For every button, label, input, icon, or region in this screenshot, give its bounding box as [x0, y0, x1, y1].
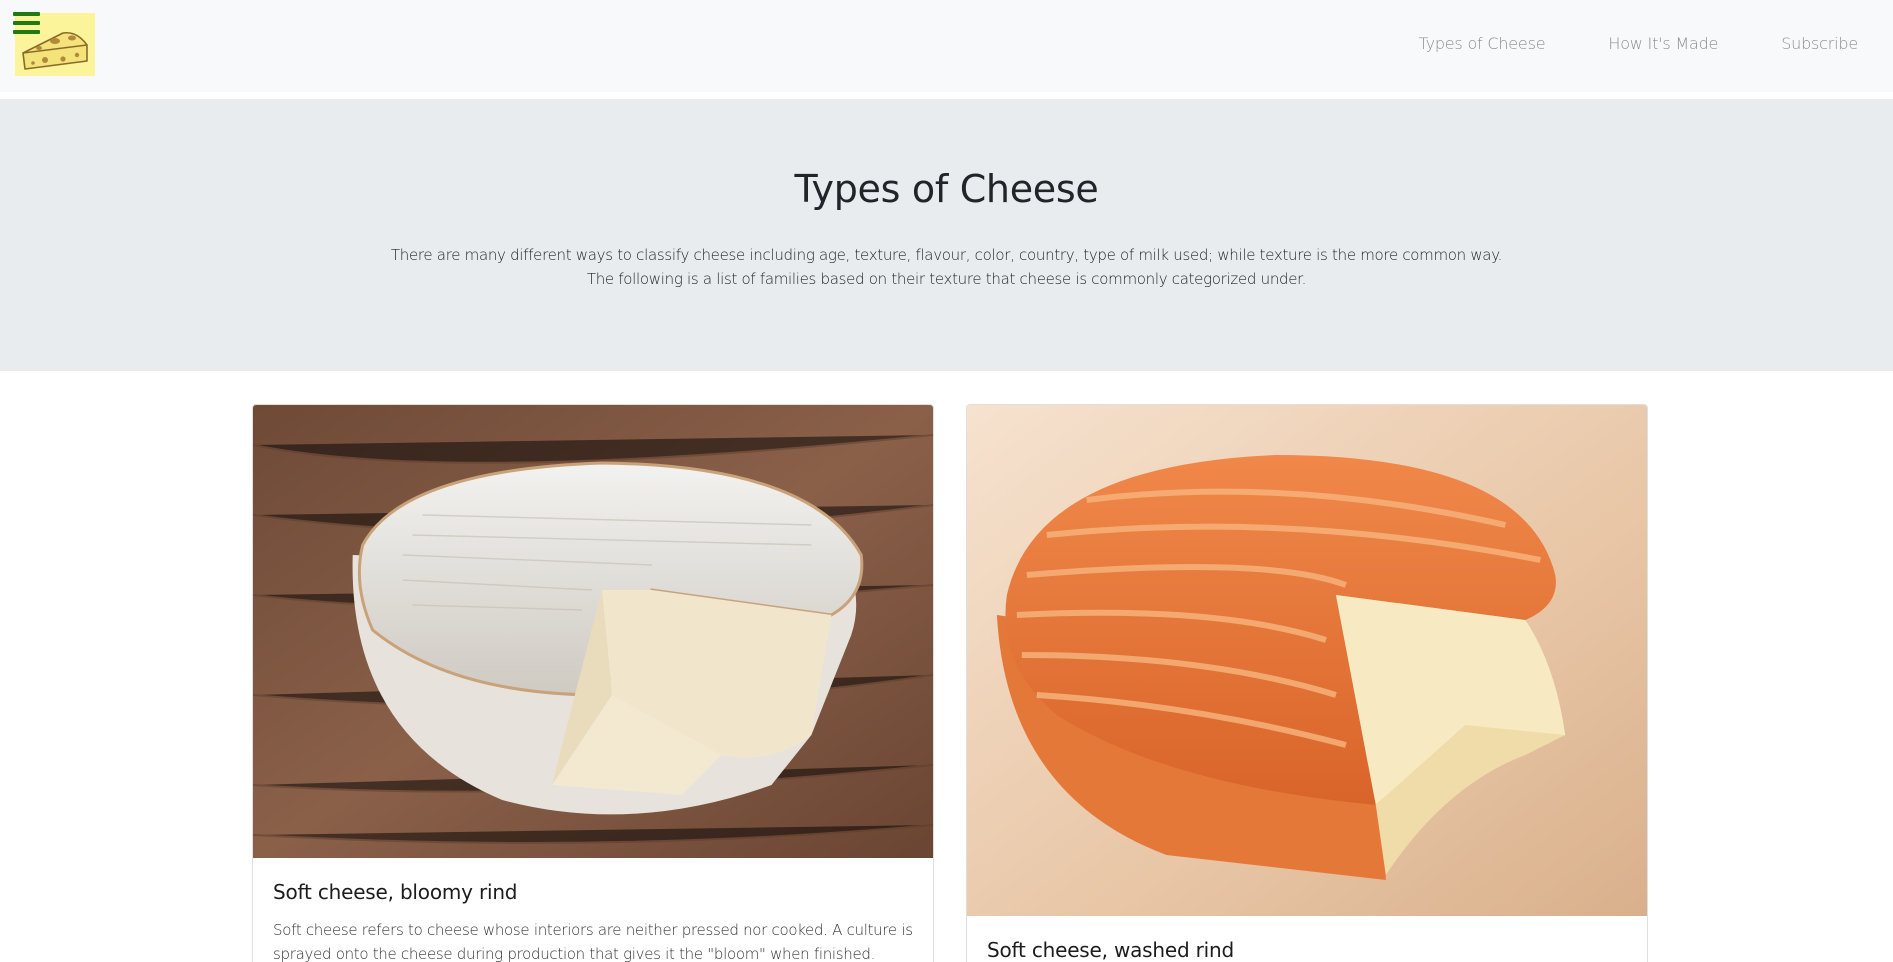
hero-lead-line-1: There are many different ways to classif…	[390, 246, 1503, 264]
cheese-card-washed-rind: Soft cheese, washed rind	[966, 404, 1648, 962]
card-text: Soft cheese refers to cheese whose inter…	[273, 921, 913, 962]
card-title: Soft cheese, washed rind	[987, 938, 1234, 962]
nav-link-types-of-cheese[interactable]: Types of Cheese	[1418, 34, 1545, 53]
card-body: Soft cheese, washed rind	[967, 916, 1647, 962]
hero-lead: There are many different ways to classif…	[0, 243, 1893, 291]
hero-jumbotron: Types of Cheese There are many different…	[0, 99, 1893, 371]
hamburger-menu-icon[interactable]	[13, 12, 40, 34]
nav-link-subscribe[interactable]: Subscribe	[1781, 34, 1858, 53]
page-title: Types of Cheese	[794, 167, 1099, 211]
washed-rind-cheese-image	[967, 405, 1647, 916]
nav-links: Types of Cheese How It's Made Subscribe	[1355, 34, 1858, 53]
navbar: Types of Cheese How It's Made Subscribe	[0, 0, 1893, 92]
card-title: Soft cheese, bloomy rind	[273, 880, 518, 904]
hero-lead-line-2: The following is a list of families base…	[586, 270, 1307, 288]
card-body: Soft cheese, bloomy rind Soft cheese ref…	[253, 858, 933, 962]
bloomy-rind-cheese-image	[253, 405, 933, 858]
cheese-card-bloomy-rind: Soft cheese, bloomy rind Soft cheese ref…	[252, 404, 934, 962]
nav-link-how-its-made[interactable]: How It's Made	[1608, 34, 1718, 53]
